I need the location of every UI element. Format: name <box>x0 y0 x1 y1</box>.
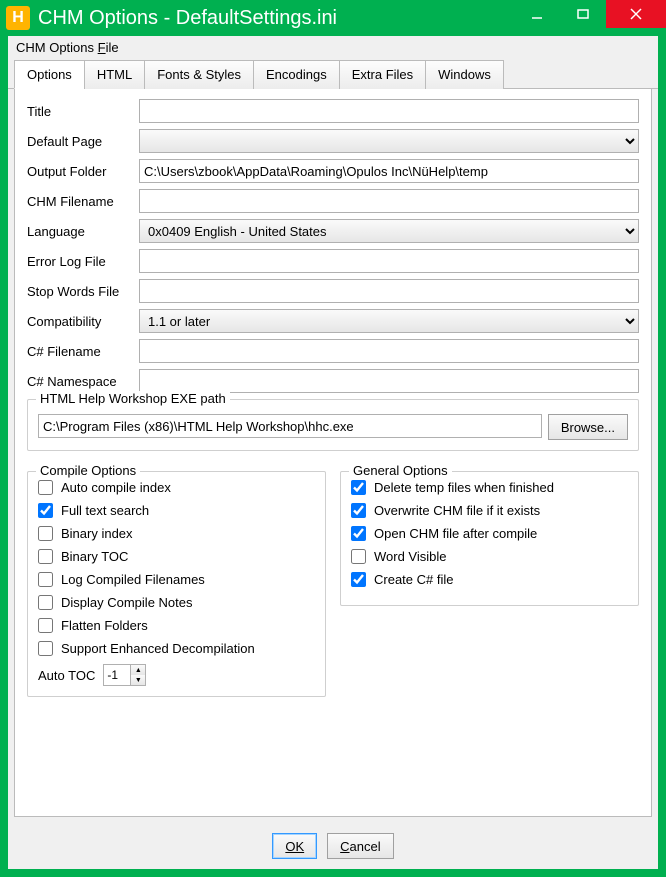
workshop-groupbox: HTML Help Workshop EXE path Browse... <box>27 399 639 451</box>
general-options-legend: General Options <box>349 463 452 478</box>
create-cs-file-checkbox[interactable] <box>351 572 366 587</box>
maximize-button[interactable] <box>560 0 606 28</box>
cs-namespace-input[interactable] <box>139 369 639 393</box>
menu-chm-options-file[interactable]: CHM Options File <box>16 40 119 55</box>
spin-up-icon[interactable]: ▲ <box>131 665 145 675</box>
general-options-groupbox: General Options Delete temp files when f… <box>340 471 639 606</box>
checkbox-label: Open CHM file after compile <box>374 526 537 541</box>
auto-toc-input[interactable] <box>104 665 130 685</box>
stop-words-label: Stop Words File <box>27 284 139 299</box>
checkbox-label: Display Compile Notes <box>61 595 193 610</box>
titlebar: H CHM Options - DefaultSettings.ini <box>0 0 666 36</box>
log-compiled-filenames-checkbox[interactable] <box>38 572 53 587</box>
title-label: Title <box>27 104 139 119</box>
cancel-button[interactable]: Cancel <box>327 833 393 859</box>
tab-html[interactable]: HTML <box>84 60 145 89</box>
workshop-path-input[interactable] <box>38 414 542 438</box>
compile-options-groupbox: Compile Options Auto compile index Full … <box>27 471 326 697</box>
error-log-input[interactable] <box>139 249 639 273</box>
tab-extra-files[interactable]: Extra Files <box>339 60 426 89</box>
language-label: Language <box>27 224 139 239</box>
browse-button[interactable]: Browse... <box>548 414 628 440</box>
tab-encodings[interactable]: Encodings <box>253 60 340 89</box>
display-compile-notes-checkbox[interactable] <box>38 595 53 610</box>
tab-fonts-styles[interactable]: Fonts & Styles <box>144 60 254 89</box>
checkbox-label: Flatten Folders <box>61 618 148 633</box>
ok-button[interactable]: OK <box>272 833 317 859</box>
checkbox-label: Binary index <box>61 526 133 541</box>
tabstrip: Options HTML Fonts & Styles Encodings Ex… <box>8 59 658 89</box>
default-page-label: Default Page <box>27 134 139 149</box>
language-select[interactable]: 0x0409 English - United States <box>139 219 639 243</box>
binary-toc-checkbox[interactable] <box>38 549 53 564</box>
delete-temp-files-checkbox[interactable] <box>351 480 366 495</box>
stop-words-input[interactable] <box>139 279 639 303</box>
menubar: CHM Options File <box>8 36 658 59</box>
checkbox-label: Log Compiled Filenames <box>61 572 205 587</box>
footer: OK Cancel <box>8 823 658 869</box>
checkbox-label: Support Enhanced Decompilation <box>61 641 255 656</box>
compatibility-label: Compatibility <box>27 314 139 329</box>
flatten-folders-checkbox[interactable] <box>38 618 53 633</box>
title-input[interactable] <box>139 99 639 123</box>
tab-windows[interactable]: Windows <box>425 60 504 89</box>
output-folder-label: Output Folder <box>27 164 139 179</box>
checkbox-label: Delete temp files when finished <box>374 480 554 495</box>
error-log-label: Error Log File <box>27 254 139 269</box>
window-controls <box>514 0 666 28</box>
options-panel: Title Default Page Output Folder CHM Fil… <box>14 89 652 817</box>
open-chm-checkbox[interactable] <box>351 526 366 541</box>
workshop-legend: HTML Help Workshop EXE path <box>36 391 230 406</box>
auto-compile-index-checkbox[interactable] <box>38 480 53 495</box>
chm-filename-input[interactable] <box>139 189 639 213</box>
word-visible-checkbox[interactable] <box>351 549 366 564</box>
compile-options-legend: Compile Options <box>36 463 140 478</box>
chm-filename-label: CHM Filename <box>27 194 139 209</box>
auto-toc-spinner[interactable]: ▲▼ <box>103 664 146 686</box>
compatibility-select[interactable]: 1.1 or later <box>139 309 639 333</box>
default-page-select[interactable] <box>139 129 639 153</box>
app-icon: H <box>6 6 30 30</box>
support-enhanced-decompilation-checkbox[interactable] <box>38 641 53 656</box>
checkbox-label: Word Visible <box>374 549 447 564</box>
auto-toc-label: Auto TOC <box>38 668 95 683</box>
minimize-button[interactable] <box>514 0 560 28</box>
window-title: CHM Options - DefaultSettings.ini <box>38 7 514 30</box>
tab-options[interactable]: Options <box>14 60 85 89</box>
cs-filename-label: C# Filename <box>27 344 139 359</box>
cs-filename-input[interactable] <box>139 339 639 363</box>
checkbox-label: Overwrite CHM file if it exists <box>374 503 540 518</box>
overwrite-chm-checkbox[interactable] <box>351 503 366 518</box>
binary-index-checkbox[interactable] <box>38 526 53 541</box>
checkbox-label: Auto compile index <box>61 480 171 495</box>
checkbox-label: Binary TOC <box>61 549 128 564</box>
full-text-search-checkbox[interactable] <box>38 503 53 518</box>
close-button[interactable] <box>606 0 666 28</box>
spin-down-icon[interactable]: ▼ <box>131 675 145 685</box>
cs-namespace-label: C# Namespace <box>27 374 139 389</box>
checkbox-label: Create C# file <box>374 572 453 587</box>
checkbox-label: Full text search <box>61 503 149 518</box>
output-folder-input[interactable] <box>139 159 639 183</box>
